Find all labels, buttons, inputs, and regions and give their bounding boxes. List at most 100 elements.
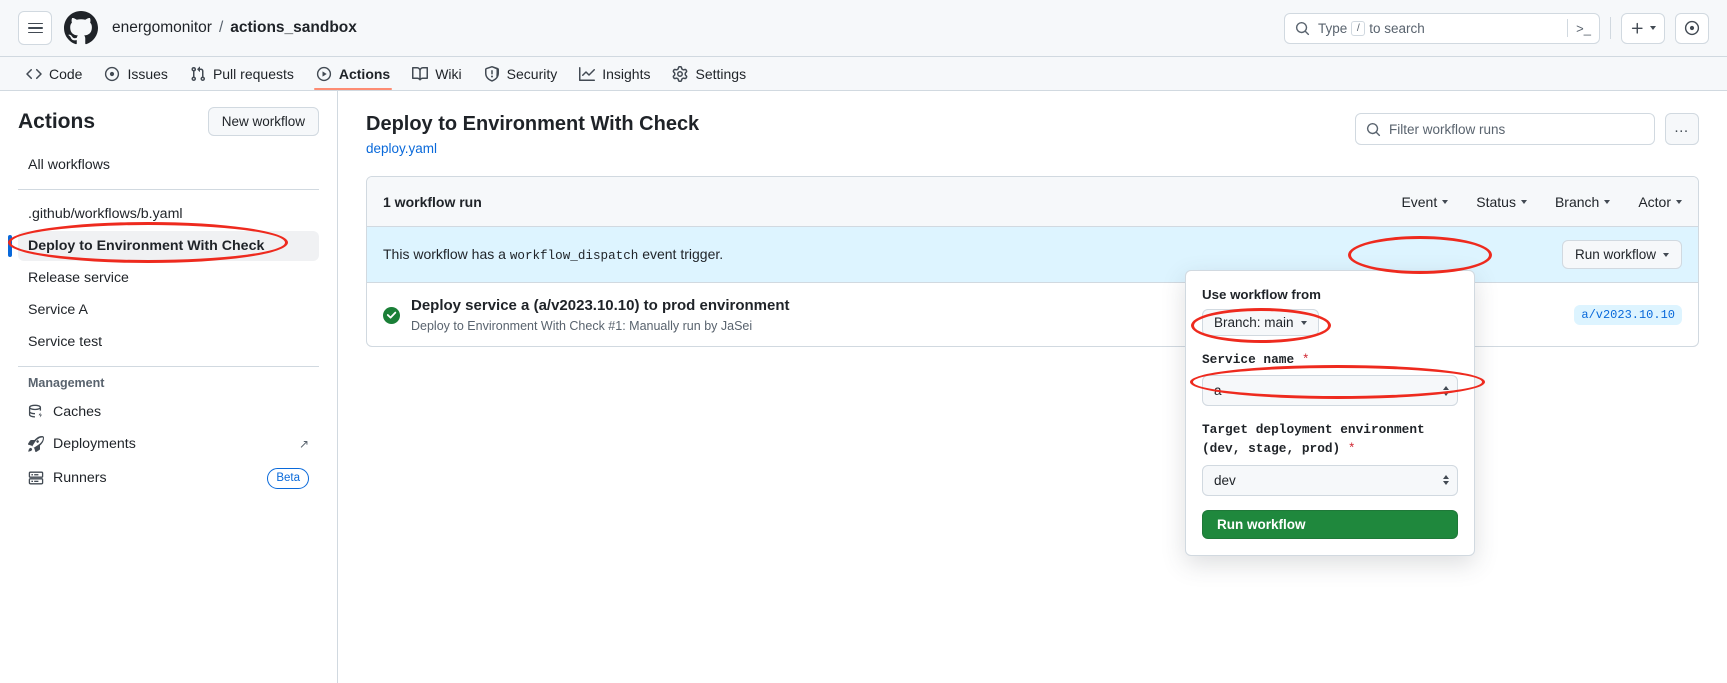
sidebar-item-label: Service A: [28, 302, 88, 318]
search-icon: [1295, 21, 1310, 35]
play-icon: [316, 66, 331, 81]
sidebar-item-workflow-b-yaml[interactable]: .github/workflows/b.yaml: [18, 199, 319, 229]
sidebar-item-label: Release service: [28, 270, 129, 286]
workflow-runs-panel: 1 workflow run Event Status Branch Actor…: [366, 176, 1699, 348]
branch-selector-button[interactable]: Branch: main: [1202, 309, 1319, 336]
nav-actions-label: Actions: [338, 65, 391, 82]
sidebar-item-all-workflows[interactable]: All workflows: [18, 150, 319, 180]
sidebar-item-release-service[interactable]: Release service: [18, 263, 319, 293]
more-options-button[interactable]: …: [1665, 113, 1699, 145]
nav-pull-requests[interactable]: Pull requests: [180, 57, 304, 90]
rocket-icon: [28, 436, 44, 452]
issues-shortcut-button[interactable]: [1675, 12, 1709, 44]
chevron-down-icon: [1300, 320, 1307, 325]
nav-actions[interactable]: Actions: [306, 57, 400, 90]
sidebar-divider: [18, 189, 319, 190]
workflow-runs-header: 1 workflow run Event Status Branch Actor: [367, 177, 1698, 227]
terminal-icon[interactable]: >_: [1567, 19, 1591, 37]
create-new-button[interactable]: [1621, 12, 1665, 44]
search-suffix: to search: [1369, 20, 1425, 36]
nav-insights-label: Insights: [602, 65, 651, 82]
target-environment-select[interactable]: dev: [1202, 464, 1458, 496]
workflow-run-count: 1 workflow run: [383, 193, 482, 210]
main-content: Deploy to Environment With Check deploy.…: [338, 91, 1727, 683]
nav-pull-requests-label: Pull requests: [212, 65, 294, 82]
nav-wiki[interactable]: Wiki: [402, 57, 471, 90]
new-workflow-button[interactable]: New workflow: [207, 107, 319, 136]
service-name-select[interactable]: a: [1202, 375, 1458, 407]
filter-branch[interactable]: Branch: [1555, 194, 1611, 210]
workflow-run-info: Deploy service a (a/v2023.10.10) to prod…: [411, 296, 790, 333]
filter-workflow-runs-input[interactable]: Filter workflow runs: [1355, 113, 1655, 145]
sidebar-management-list: Caches Deployments ↗ Runners Beta: [18, 397, 319, 496]
github-actions-page: energomonitor / actions_sandbox Type / t…: [0, 0, 1727, 683]
sidebar-item-label: Service test: [28, 334, 103, 350]
chevron-down-icon: [1663, 252, 1669, 257]
hamburger-icon[interactable]: [18, 11, 52, 45]
run-workflow-wrap: Run workflow: [1561, 240, 1682, 269]
gear-icon: [673, 65, 688, 82]
filter-status[interactable]: Status: [1476, 194, 1527, 210]
run-workflow-panel: Use workflow from Branch: main Service n…: [1185, 270, 1475, 556]
breadcrumb: energomonitor / actions_sandbox: [112, 19, 357, 37]
dispatch-text-before: This workflow has a: [383, 246, 506, 262]
page-title: Deploy to Environment With Check: [366, 113, 700, 135]
use-workflow-from-label: Use workflow from: [1202, 287, 1321, 302]
nav-issues[interactable]: Issues: [94, 57, 177, 90]
chevron-down-icon: [1604, 199, 1611, 204]
breadcrumb-repo[interactable]: actions_sandbox: [230, 19, 357, 37]
workflow-run-row[interactable]: Deploy service a (a/v2023.10.10) to prod…: [367, 283, 1698, 346]
header-actions: Type / to search >_: [1284, 12, 1709, 44]
chevron-down-icon: [1442, 199, 1449, 204]
code-icon: [26, 68, 42, 79]
service-name-label-text: Service name: [1202, 352, 1295, 367]
breadcrumb-owner[interactable]: energomonitor: [112, 19, 212, 37]
filter-event[interactable]: Event: [1401, 193, 1449, 210]
issue-opened-icon: [1684, 20, 1700, 36]
search-prefix: Type: [1318, 20, 1348, 36]
workflow-header: Deploy to Environment With Check deploy.…: [366, 111, 1699, 156]
status-badge: Beta: [267, 468, 309, 489]
sidebar-item-service-test[interactable]: Service test: [18, 327, 319, 357]
filter-event-label: Event: [1401, 193, 1438, 210]
shield-icon: [484, 65, 499, 82]
nav-insights[interactable]: Insights: [569, 57, 660, 90]
workflow-file-link[interactable]: deploy.yaml: [366, 141, 699, 156]
breadcrumb-separator: /: [218, 19, 224, 36]
nav-code[interactable]: Code: [16, 57, 92, 90]
global-header: energomonitor / actions_sandbox Type / t…: [0, 0, 1727, 57]
sidebar-item-deploy-to-environment-with-check[interactable]: Deploy to Environment With Check: [8, 231, 319, 261]
nav-settings-label: Settings: [695, 65, 747, 82]
workflow-run-tag[interactable]: a/v2023.10.10: [1574, 304, 1682, 325]
sidebar-item-deployments[interactable]: Deployments ↗: [18, 429, 319, 459]
sidebar-divider-management: [18, 366, 319, 367]
sidebar-item-label: Deploy to Environment With Check: [28, 238, 265, 254]
required-indicator: *: [1301, 352, 1310, 367]
service-name-label: Service name *: [1202, 350, 1458, 369]
required-indicator: *: [1347, 441, 1356, 457]
chevron-down-icon: [1650, 26, 1656, 30]
sidebar-item-caches[interactable]: Caches: [18, 397, 319, 427]
submit-run-workflow-button[interactable]: Run workflow: [1202, 509, 1458, 539]
github-logo-icon[interactable]: [64, 11, 98, 45]
filter-actor[interactable]: Actor: [1638, 194, 1682, 210]
sidebar-item-label: .github/workflows/b.yaml: [28, 206, 183, 222]
nav-security[interactable]: Security: [474, 57, 568, 90]
sidebar-workflow-list: .github/workflows/b.yaml Deploy to Envir…: [8, 199, 319, 357]
nav-security-label: Security: [506, 65, 558, 82]
workflow-header-actions: Filter workflow runs …: [1355, 111, 1699, 145]
nav-settings[interactable]: Settings: [662, 57, 756, 90]
search-key-hint: /: [1351, 20, 1366, 36]
search-input[interactable]: Type / to search >_: [1284, 12, 1600, 44]
branch-selector-label: Branch: main: [1214, 315, 1294, 330]
target-environment-label: Target deployment environment (dev, stag…: [1202, 420, 1458, 458]
sidebar-item-service-a[interactable]: Service A: [18, 295, 319, 325]
graph-icon: [579, 66, 596, 81]
nav-wiki-label: Wiki: [435, 65, 462, 82]
workflow-run-right: a/v2023.10.10: [1574, 304, 1682, 325]
run-workflow-dropdown-button[interactable]: Run workflow: [1561, 240, 1682, 269]
sidebar-item-runners[interactable]: Runners Beta: [18, 461, 319, 496]
server-icon: [28, 471, 44, 485]
workflow-run-title[interactable]: Deploy service a (a/v2023.10.10) to prod…: [411, 296, 790, 316]
dispatch-banner-text: This workflow has a workflow_dispatch ev…: [383, 246, 723, 263]
